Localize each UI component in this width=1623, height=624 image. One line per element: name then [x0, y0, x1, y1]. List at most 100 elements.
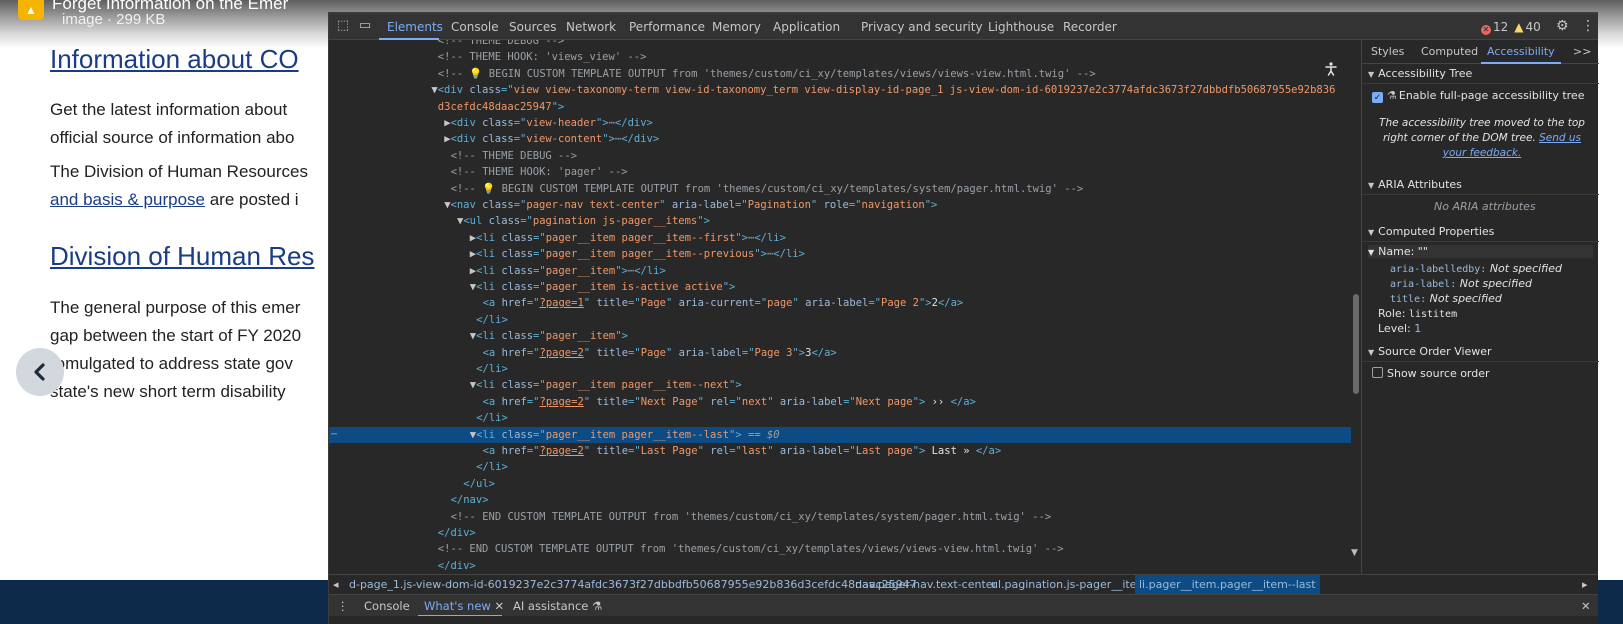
tab-sources[interactable]: Sources [509, 20, 556, 34]
code-token: " [792, 297, 806, 310]
sidebar-tab-computed[interactable]: Computed [1421, 45, 1478, 58]
role-value: listitem [1408, 309, 1458, 320]
enable-tree-checkbox[interactable]: ✓ [1372, 92, 1383, 103]
breadcrumb-item[interactable]: d-page_1.js-view-dom-id-6019237e2c3774af… [349, 578, 917, 591]
dom-node-line[interactable]: ▼<div class="view view-taxonomy-term vie… [329, 82, 1351, 98]
elements-scrollbar[interactable] [1353, 294, 1359, 394]
code-token[interactable]: ?page=2 [540, 445, 584, 457]
dom-node-line[interactable]: <!-- THEME HOOK: 'views_view' --> [329, 49, 1351, 65]
tab-lighthouse[interactable]: Lighthouse [988, 20, 1054, 34]
tab-application[interactable]: Application [773, 20, 840, 34]
dom-node-line[interactable]: <!-- 💡 BEGIN CUSTOM TEMPLATE OUTPUT from… [329, 181, 1351, 197]
drawer-menu-icon[interactable]: ⋮ [337, 599, 349, 613]
tab-console[interactable]: Console [451, 20, 499, 34]
breadcrumb-scroll-left-icon[interactable]: ◂ [333, 578, 339, 591]
dom-node-line[interactable]: ▶<li class="pager__item pager__item--fir… [329, 230, 1351, 246]
code-token[interactable]: ?page=2 [540, 347, 584, 359]
dom-node-line[interactable]: <!-- THEME DEBUG --> [329, 40, 1351, 49]
accessibility-tree-toggle-icon[interactable] [1325, 62, 1337, 80]
show-source-order-row[interactable]: Show source order [1372, 367, 1490, 380]
code-token: =" [735, 199, 748, 211]
dom-node-line[interactable]: <a href="?page=2" title="Last Page" rel=… [329, 443, 1351, 459]
heading-covid-info[interactable]: Information about CO [50, 44, 299, 75]
tab-memory[interactable]: Memory [712, 20, 761, 34]
code-token[interactable]: ?page=1 [540, 297, 584, 309]
collapse-triangle-icon: ▼ [1368, 228, 1375, 237]
dom-node-selected[interactable]: ▼<li class="pager__item pager__item--las… [329, 426, 1351, 443]
section-title: Source Order Viewer [1378, 345, 1492, 358]
breadcrumb-item[interactable]: li.pager__item.pager__item--last [1135, 575, 1320, 594]
dom-node-line[interactable]: d3cefdc48daac25947"> [329, 99, 1351, 115]
more-options-icon[interactable]: ⋮ [1581, 18, 1595, 34]
breadcrumb-item[interactable]: ul.pagination.js-pager__items [991, 578, 1153, 591]
computed-properties-section-header[interactable]: ▼ Computed Properties [1362, 222, 1599, 242]
code-token[interactable]: ?page=2 [540, 396, 584, 408]
accessibility-tree-section-header[interactable]: ▼ Accessibility Tree [1362, 64, 1599, 84]
dom-node-line[interactable]: </nav> [329, 492, 1351, 508]
code-token: pager__item pager__item--first [545, 231, 736, 244]
dom-node-line[interactable]: ▼<ul class="pagination js-pager__items"> [329, 213, 1351, 229]
show-source-order-checkbox[interactable] [1372, 367, 1383, 378]
dom-node-line[interactable]: ▼<li class="pager__item"> [329, 328, 1351, 344]
tab-performance[interactable]: Performance [629, 20, 705, 34]
dom-node-line[interactable]: ▶<li class="pager__item">⋯</li> [329, 263, 1351, 279]
code-token: =" [628, 297, 641, 310]
enable-full-page-tree-row[interactable]: ✓ ⚗ Enable full-page accessibility tree [1372, 89, 1584, 103]
dom-node-line[interactable]: <!-- 💡 BEGIN CUSTOM TEMPLATE OUTPUT from… [329, 66, 1351, 82]
dom-node-line[interactable]: <!-- THEME DEBUG --> [329, 148, 1351, 164]
heading-division-hr[interactable]: Division of Human Res [50, 241, 314, 272]
dom-node-line[interactable]: </li> [329, 459, 1351, 475]
sidebar-tab-accessibility[interactable]: Accessibility [1487, 45, 1555, 58]
dom-node-line[interactable]: ▼<nav class="pager-nav text-center" aria… [329, 197, 1351, 213]
code-token: "> [912, 395, 926, 408]
tab-network[interactable]: Network [566, 20, 616, 34]
dom-node-line[interactable]: ▼<li class="pager__item pager__item--nex… [329, 377, 1351, 393]
dom-node-line[interactable]: <a href="?page=2" title="Page" aria-labe… [329, 345, 1351, 361]
device-toolbar-icon[interactable]: ▭ [357, 19, 373, 33]
dom-node-line[interactable]: </li> [329, 312, 1351, 328]
dom-node-line[interactable]: ▶<div class="view-content">⋯</div> [329, 131, 1351, 147]
sidebar-tab-styles[interactable]: Styles [1371, 45, 1404, 58]
tab-recorder[interactable]: Recorder [1063, 20, 1117, 34]
code-token: <!-- END CUSTOM TEMPLATE OUTPUT from 'th… [450, 510, 1052, 523]
drawer-tab-ai-assistance[interactable]: AI assistance ⚗ [513, 599, 602, 613]
dom-node-line[interactable]: </li> [329, 410, 1351, 426]
issues-counter[interactable]: ✕ 12 ▲ 40 [1481, 20, 1541, 35]
scroll-down-arrow-icon[interactable]: ▼ [1351, 548, 1358, 558]
dom-node-line[interactable]: ▼<li class="pager__item is-active active… [329, 279, 1351, 295]
elements-dom-tree[interactable]: <!-- THEME DEBUG --> <!-- THEME HOOK: 'vi… [329, 40, 1351, 574]
code-token: =" [729, 445, 742, 457]
tab-privacy-and-security[interactable]: Privacy and security [861, 20, 983, 34]
name-property-row[interactable]: ▼ Name: "" [1368, 245, 1593, 258]
close-drawer-icon[interactable]: ✕ [1581, 599, 1591, 613]
breadcrumb-scroll-right-icon[interactable]: ▸ [1582, 578, 1588, 591]
aria-attributes-section-header[interactable]: ▼ ARIA Attributes [1362, 175, 1599, 195]
inspect-element-icon[interactable]: ⬚ [335, 19, 351, 33]
previous-slide-button[interactable] [16, 348, 64, 396]
drawer-tab-what-s-new[interactable]: What's new ✕ [424, 599, 504, 613]
node-actions-icon[interactable]: ⋯ [331, 427, 337, 443]
dom-node-line[interactable]: </div> [329, 558, 1351, 574]
basis-purpose-link[interactable]: and basis & purpose [50, 190, 205, 209]
collapse-triangle-icon: ▼ [1368, 70, 1375, 79]
source-order-section-header[interactable]: ▼ Source Order Viewer [1362, 342, 1599, 362]
dom-node-line[interactable]: <!-- END CUSTOM TEMPLATE OUTPUT from 'th… [329, 509, 1351, 525]
flask-icon: ⚗ [1387, 89, 1397, 102]
breadcrumb-item[interactable]: nav.pager-nav.text-center [855, 578, 997, 591]
tab-elements[interactable]: Elements [387, 20, 443, 34]
dom-node-line[interactable]: <!-- END CUSTOM TEMPLATE OUTPUT from 'th… [329, 541, 1351, 557]
close-tab-icon[interactable]: ✕ [491, 599, 504, 613]
code-token: </li> [754, 231, 786, 244]
more-tabs-chevron-icon[interactable]: >> [1573, 45, 1591, 58]
dom-node-line[interactable]: </ul> [329, 476, 1351, 492]
drawer-tab-console[interactable]: Console [364, 599, 410, 613]
dom-node-line[interactable]: </li> [329, 361, 1351, 377]
dom-node-line[interactable]: <a href="?page=1" title="Page" aria-curr… [329, 295, 1351, 311]
settings-gear-icon[interactable]: ⚙ [1556, 18, 1569, 34]
dom-node-line[interactable]: </div> [329, 525, 1351, 541]
dom-node-line[interactable]: <!-- THEME HOOK: 'pager' --> [329, 164, 1351, 180]
dom-node-line[interactable]: ▶<li class="pager__item pager__item--pre… [329, 246, 1351, 262]
dom-node-line[interactable]: ▶<div class="view-header">⋯</div> [329, 115, 1351, 131]
code-token: ›› [925, 395, 951, 408]
dom-node-line[interactable]: <a href="?page=2" title="Next Page" rel=… [329, 394, 1351, 410]
